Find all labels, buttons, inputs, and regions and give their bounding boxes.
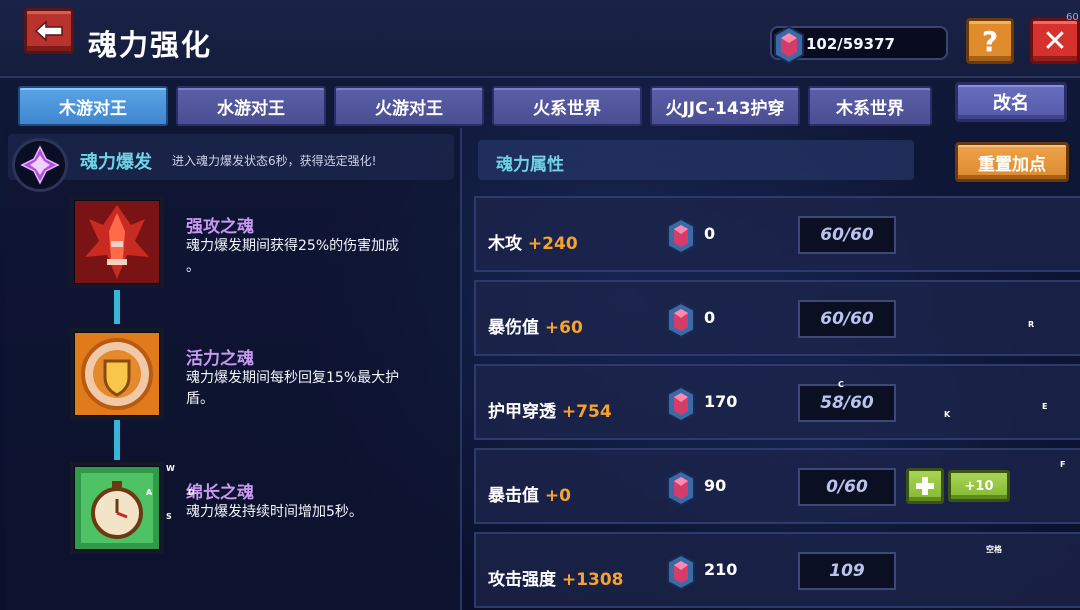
skill-1-desc-line-1: 魂力爆发期间获得25%的伤害加成: [186, 238, 400, 254]
key-hint-w: W: [166, 464, 175, 473]
back-arrow-icon: [34, 20, 63, 42]
skill-3-description: 魂力爆发持续时间增加5秒。: [186, 502, 456, 523]
soul-currency-counter: 102/59377: [770, 26, 948, 64]
attribute-name: 木攻 +240: [488, 229, 578, 254]
attribute-name: 暴击值 +0: [488, 481, 571, 506]
help-button[interactable]: ?: [966, 18, 1014, 64]
tab-loadout-1[interactable]: 木游对王: [18, 86, 168, 126]
golden-shield-icon: [75, 333, 159, 415]
key-hint-space: 空格: [986, 545, 1002, 554]
attribute-cost: 0: [704, 224, 716, 243]
top-bar: 魂力强化 102/59377 ? ✕ 60: [0, 0, 1080, 78]
skill-connector: [114, 420, 120, 460]
attribute-cost: 0: [704, 308, 716, 327]
attribute-name: 护甲穿透 +754: [488, 397, 612, 422]
soul-count: 102/59377: [806, 35, 895, 53]
page-title: 魂力强化: [88, 28, 213, 62]
burst-description: 进入魂力爆发状态6秒，获得选定强化!: [172, 154, 377, 168]
attribute-row: 木攻 +240 0 60/60: [474, 196, 1080, 272]
attribute-bonus: +1308: [561, 570, 624, 590]
soul-gem-icon: [667, 470, 695, 506]
key-hint-d: D: [188, 488, 195, 497]
attributes-title: 魂力属性: [496, 155, 564, 175]
attribute-label: 暴击值: [488, 486, 539, 506]
skill-3-icon-frame[interactable]: [70, 462, 164, 554]
attribute-level: 58/60: [798, 384, 896, 422]
attribute-cost: 170: [704, 392, 738, 411]
skill-2-icon-frame[interactable]: [70, 328, 164, 420]
attribute-row: 攻击强度 +1308 210 109 空格: [474, 532, 1080, 608]
reset-points-button[interactable]: 重置加点: [955, 142, 1069, 182]
attribute-row: 暴击值 +0 90 0/60 +10 F: [474, 448, 1080, 524]
soul-burst-icon: [12, 138, 68, 192]
attribute-name: 攻击强度 +1308: [488, 565, 623, 590]
skill-connector: [114, 290, 120, 324]
attribute-label: 木攻: [488, 234, 522, 254]
skill-1-icon-frame[interactable]: [70, 196, 164, 288]
skill-1-description: 魂力爆发期间获得25%的伤害加成 。: [186, 236, 456, 278]
key-hint-a: A: [146, 488, 153, 497]
purple-crystal-icon: [20, 145, 60, 185]
burst-title: 魂力爆发: [80, 152, 152, 173]
soul-gem-icon: [667, 302, 695, 338]
attribute-cost: 210: [704, 560, 738, 579]
tab-loadout-5[interactable]: 火JJC-143护穿: [650, 86, 800, 126]
attribute-label: 攻击强度: [488, 570, 556, 590]
soul-gem-icon: [774, 26, 804, 64]
attribute-bonus: +0: [544, 486, 571, 506]
key-hint-s: S: [166, 512, 172, 521]
skill-2-desc-line-1: 魂力爆发期间每秒回复15%最大护: [186, 370, 400, 386]
tab-loadout-2[interactable]: 水游对王: [176, 86, 326, 126]
attribute-level: 0/60: [798, 468, 896, 506]
attribute-bonus: +240: [527, 234, 578, 254]
skill-3-desc-line-1: 魂力爆发持续时间增加5秒。: [186, 504, 363, 520]
skill-3-name: 绵长之魂: [186, 483, 254, 503]
key-hint-e: E: [1042, 402, 1048, 411]
red-flame-sword-icon: [75, 201, 159, 283]
key-hint-r: R: [1028, 320, 1035, 329]
attribute-row: 护甲穿透 +754 170 58/60 C K E: [474, 364, 1080, 440]
skill-2-name: 活力之魂: [186, 349, 254, 369]
plus-icon: [916, 477, 934, 495]
attribute-label: 暴伤值: [488, 318, 539, 338]
add-point-button[interactable]: [906, 468, 944, 504]
corner-badge: 60: [1066, 12, 1079, 23]
attribute-row: 暴伤值 +60 0 60/60 R: [474, 280, 1080, 356]
tab-loadout-3[interactable]: 火游对王: [334, 86, 484, 126]
attribute-level: 109: [798, 552, 896, 590]
skill-2-desc-line-2: 盾。: [186, 391, 214, 407]
attribute-level: 60/60: [798, 216, 896, 254]
attribute-cost: 90: [704, 476, 727, 495]
attribute-bonus: +754: [561, 402, 612, 422]
rename-button[interactable]: 改名: [955, 82, 1067, 122]
key-hint-f: F: [1060, 460, 1066, 469]
tab-loadout-4[interactable]: 火系世界: [492, 86, 642, 126]
tab-loadout-6[interactable]: 木系世界: [808, 86, 932, 126]
skill-2-description: 魂力爆发期间每秒回复15%最大护 盾。: [186, 368, 456, 410]
attribute-level: 60/60: [798, 300, 896, 338]
green-stopwatch-icon: [75, 467, 159, 549]
skill-1-name: 强攻之魂: [186, 217, 254, 237]
attribute-label: 护甲穿透: [488, 402, 556, 422]
back-button[interactable]: [24, 8, 74, 54]
soul-gem-icon: [667, 554, 695, 590]
soul-gem-icon: [667, 218, 695, 254]
attribute-name: 暴伤值 +60: [488, 313, 583, 338]
key-hint-k: K: [944, 410, 951, 419]
close-button[interactable]: ✕: [1030, 18, 1080, 64]
skill-1-desc-line-2: 。: [186, 259, 200, 275]
add-ten-points-button[interactable]: +10: [948, 470, 1010, 502]
key-hint-c: C: [838, 380, 844, 389]
soul-gem-icon: [667, 386, 695, 422]
attribute-bonus: +60: [544, 318, 583, 338]
